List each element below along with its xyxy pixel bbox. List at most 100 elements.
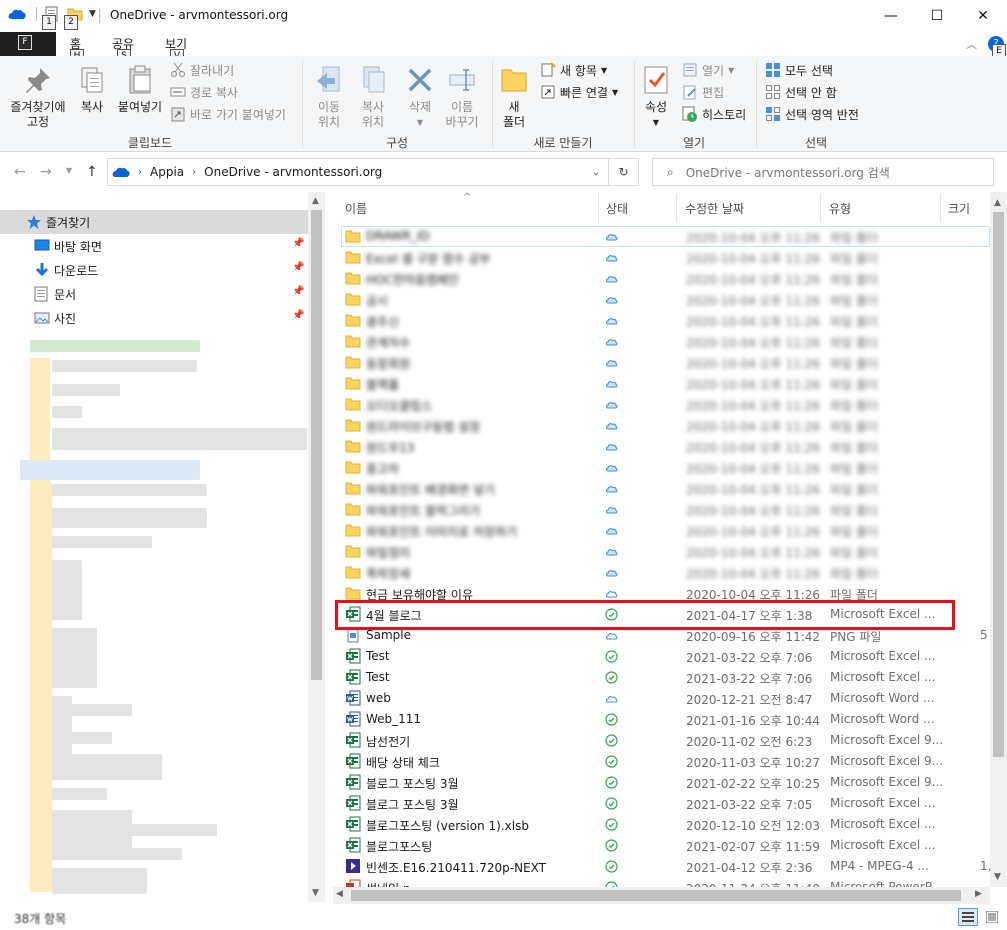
file-row[interactable]: Web_111 2021-01-16 오후 10:44 Microsoft Word… [333, 709, 990, 730]
file-list-scrollbar[interactable]: ▲ ▼ [990, 192, 1007, 887]
select-none-button[interactable]: 선택 안 함 [765, 82, 837, 102]
search-box[interactable]: ⌕ OneDrive - arvmontessori.org 검색 [652, 158, 994, 186]
file-list-hscrollbar[interactable]: ◀ ▶ [333, 887, 990, 904]
file-name: 원드우13 [366, 441, 415, 455]
file-row[interactable]: 썸네일.p 2020-11-24 오후 11:40 Microsoft PowerP… [333, 877, 990, 887]
tab-file[interactable]: F [0, 32, 56, 56]
nav-scrollbar-thumb[interactable] [311, 210, 322, 680]
nav-favorites[interactable]: 즐겨찾기 [26, 210, 90, 234]
file-row[interactable]: Test 2021-03-22 오후 7:06 Microsoft Excel ..… [333, 667, 990, 688]
nav-scrollbar[interactable]: ▲ ▼ [308, 192, 325, 902]
refresh-button[interactable]: ↻ [609, 158, 639, 186]
close-button[interactable]: ✕ [960, 0, 1006, 32]
file-row[interactable]: 블랙홀 2020-10-04 오후 11:26 파일 폴더 [333, 373, 990, 394]
copy-button[interactable]: 복사 [74, 64, 110, 115]
file-row[interactable]: 블로그포스팅 (version 1).xlsb 2020-12-10 오전 12:… [333, 814, 990, 835]
file-row[interactable]: 파일정리 2020-10-04 오후 11:26 파일 폴더 [333, 541, 990, 562]
address-dropdown-icon[interactable]: ⌄ [592, 167, 600, 178]
column-header-status[interactable]: 상태 [606, 200, 628, 217]
file-row[interactable]: 중고차 2020-10-04 오후 11:26 파일 폴더 [333, 457, 990, 478]
forward-button[interactable]: → [40, 164, 52, 180]
online-only-icon [605, 251, 618, 264]
breadcrumb-chevron-icon[interactable]: › [192, 167, 196, 178]
delete-button[interactable]: 삭제 ▼ [400, 64, 440, 130]
file-row[interactable]: 빈센조.E16.210411.720p-NEXT 2021-04-12 오후 2:… [333, 856, 990, 877]
file-row[interactable]: 파워포인트 배경화면 넣기 2020-10-04 오후 11:26 파일 폴더 [333, 478, 990, 499]
file-row[interactable]: 4월 블로그 2021-04-17 오후 1:38 Microsoft Excel … [333, 604, 990, 625]
file-row[interactable]: HOC한마음캠페인 2020-10-04 오후 11:26 파일 폴더 [333, 268, 990, 289]
file-row[interactable]: 원드우13 2020-10-04 오후 11:26 파일 폴더 [333, 436, 990, 457]
select-all-button[interactable]: 모두 선택 [765, 60, 833, 80]
open-button[interactable]: 열기 ▼ [682, 60, 734, 80]
file-name: 파워포인트 배경화면 넣기 [366, 483, 496, 497]
file-row[interactable]: 공시 2020-10-04 오후 11:26 파일 폴더 [333, 289, 990, 310]
file-row[interactable]: 폭락장세 2020-10-04 오후 11:26 파일 폴더 [333, 562, 990, 583]
file-row[interactable]: 오디오클립스 2020-10-04 오후 11:26 파일 폴더 [333, 394, 990, 415]
file-row[interactable]: 광주신 2020-10-04 오후 11:26 파일 폴더 [333, 310, 990, 331]
scroll-right-icon[interactable]: ▶ [975, 889, 982, 899]
file-row[interactable]: web 2020-12-21 오전 8:47 Microsoft Word ... [333, 688, 990, 709]
up-button[interactable]: ↑ [86, 164, 98, 180]
copy-to-button[interactable]: 복사 위치 [352, 64, 394, 130]
scroll-down-icon[interactable]: ▼ [312, 888, 319, 898]
file-type: Microsoft Word ... [830, 691, 935, 705]
new-item-button[interactable]: 새 항목 ▼ [540, 60, 607, 80]
file-row[interactable]: 파워포인트 블럭그리기 2020-10-04 오후 11:26 파일 폴더 [333, 499, 990, 520]
file-row[interactable]: Excel 셀 구분 함수 공부 2020-10-04 오후 11:26 파일 폴더 [333, 247, 990, 268]
scroll-up-icon[interactable]: ▲ [994, 198, 1001, 208]
move-to-button[interactable]: 이동 위치 [308, 64, 350, 130]
paste-button[interactable]: 붙여넣기 [114, 64, 166, 115]
properties-button[interactable]: 속성 ▼ [640, 64, 672, 130]
collapse-ribbon-icon[interactable]: ︿ [966, 36, 977, 52]
rename-button[interactable]: 이름 바꾸기 [442, 64, 482, 130]
scroll-left-icon[interactable]: ◀ [336, 889, 343, 899]
file-row[interactable]: 남선전기 2020-11-02 오전 6:23 Microsoft Excel 9.… [333, 730, 990, 751]
invert-selection-button[interactable]: 선택 영역 반전 [765, 104, 859, 124]
column-header-size[interactable]: 크기 [948, 200, 970, 217]
file-row[interactable]: Sample 2020-09-16 오후 11:42 PNG 파일 5 [333, 625, 990, 646]
delete-dropdown-icon[interactable]: ▼ [417, 115, 423, 130]
paste-shortcut-button[interactable]: 바로 가기 붙여넣기 [170, 104, 286, 124]
nav-pictures[interactable]: 사진 [34, 306, 76, 330]
large-icons-view-button[interactable] [982, 908, 1002, 926]
address-bar[interactable]: › Appia › OneDrive - arvmontessori.org ⌄ [107, 158, 609, 186]
easy-access-button[interactable]: 빠른 연결 ▼ [540, 82, 618, 102]
column-header-name[interactable]: 이름 [345, 200, 367, 217]
file-row[interactable]: DRAWR_ID 2020-10-04 오후 11:26 파일 폴더 [333, 226, 990, 247]
file-row[interactable]: 현금 보유해야할 이유 2020-10-04 오후 11:26 파일 폴더 [333, 583, 990, 604]
properties-dropdown-icon[interactable]: ▼ [653, 115, 659, 130]
hscrollbar-thumb[interactable] [351, 890, 961, 901]
scroll-up-icon[interactable]: ▲ [312, 196, 319, 206]
history-button[interactable]: 히스토리 [682, 104, 746, 124]
file-row[interactable]: 관계자수 2020-10-04 오후 11:26 파일 폴더 [333, 331, 990, 352]
new-folder-button[interactable]: 새 폴더 [498, 64, 530, 130]
file-row[interactable]: 블로그 포스팅 3월 2021-03-22 오후 7:05 Microsoft Ex… [333, 793, 990, 814]
file-row[interactable]: 블로그포스팅 2021-02-07 오후 11:59 Microsoft Excel… [333, 835, 990, 856]
minimize-button[interactable]: — [868, 0, 914, 32]
nav-documents[interactable]: 문서 [34, 282, 76, 306]
breadcrumb-onedrive[interactable]: OneDrive - arvmontessori.org [204, 165, 382, 179]
file-row[interactable]: 동창회원 2020-10-04 오후 11:26 파일 폴더 [333, 352, 990, 373]
recent-locations-button[interactable]: ▼ [66, 166, 72, 175]
breadcrumb-chevron-icon[interactable]: › [138, 167, 142, 178]
copy-path-button[interactable]: 경로 복사 [170, 82, 238, 102]
pin-quick-access-button[interactable]: 즐겨찾기에 고정 [6, 64, 70, 130]
file-row[interactable]: 원드라이브구동법 설정 2020-10-04 오후 11:26 파일 폴더 [333, 415, 990, 436]
column-header-type[interactable]: 유형 [829, 200, 851, 217]
breadcrumb-appia[interactable]: Appia [150, 165, 184, 179]
maximize-button[interactable]: ☐ [914, 0, 960, 32]
file-list-scrollbar-thumb[interactable] [993, 212, 1004, 757]
cut-button[interactable]: 잘라내기 [170, 60, 234, 80]
file-row[interactable]: 블로그 포스팅 3월 2021-02-22 오후 10:25 Microsoft E… [333, 772, 990, 793]
back-button[interactable]: ← [14, 164, 26, 180]
scroll-down-icon[interactable]: ▼ [994, 872, 1001, 882]
customize-quick-access-icon[interactable]: ▼ [89, 9, 96, 19]
details-view-button[interactable] [958, 908, 978, 926]
column-header-date[interactable]: 수정한 날짜 [685, 200, 744, 217]
file-row[interactable]: Test 2021-03-22 오후 7:06 Microsoft Excel ..… [333, 646, 990, 667]
file-row[interactable]: 배당 상태 체크 2020-11-03 오후 10:27 Microsoft Exc… [333, 751, 990, 772]
edit-button[interactable]: 편집 [682, 82, 724, 102]
nav-downloads[interactable]: 다운로드 [34, 258, 98, 282]
file-row[interactable]: 파워포인트 이미지로 저장하기 2020-10-04 오후 11:26 파일 폴더 [333, 520, 990, 541]
nav-desktop[interactable]: 바탕 화면 [34, 234, 102, 258]
